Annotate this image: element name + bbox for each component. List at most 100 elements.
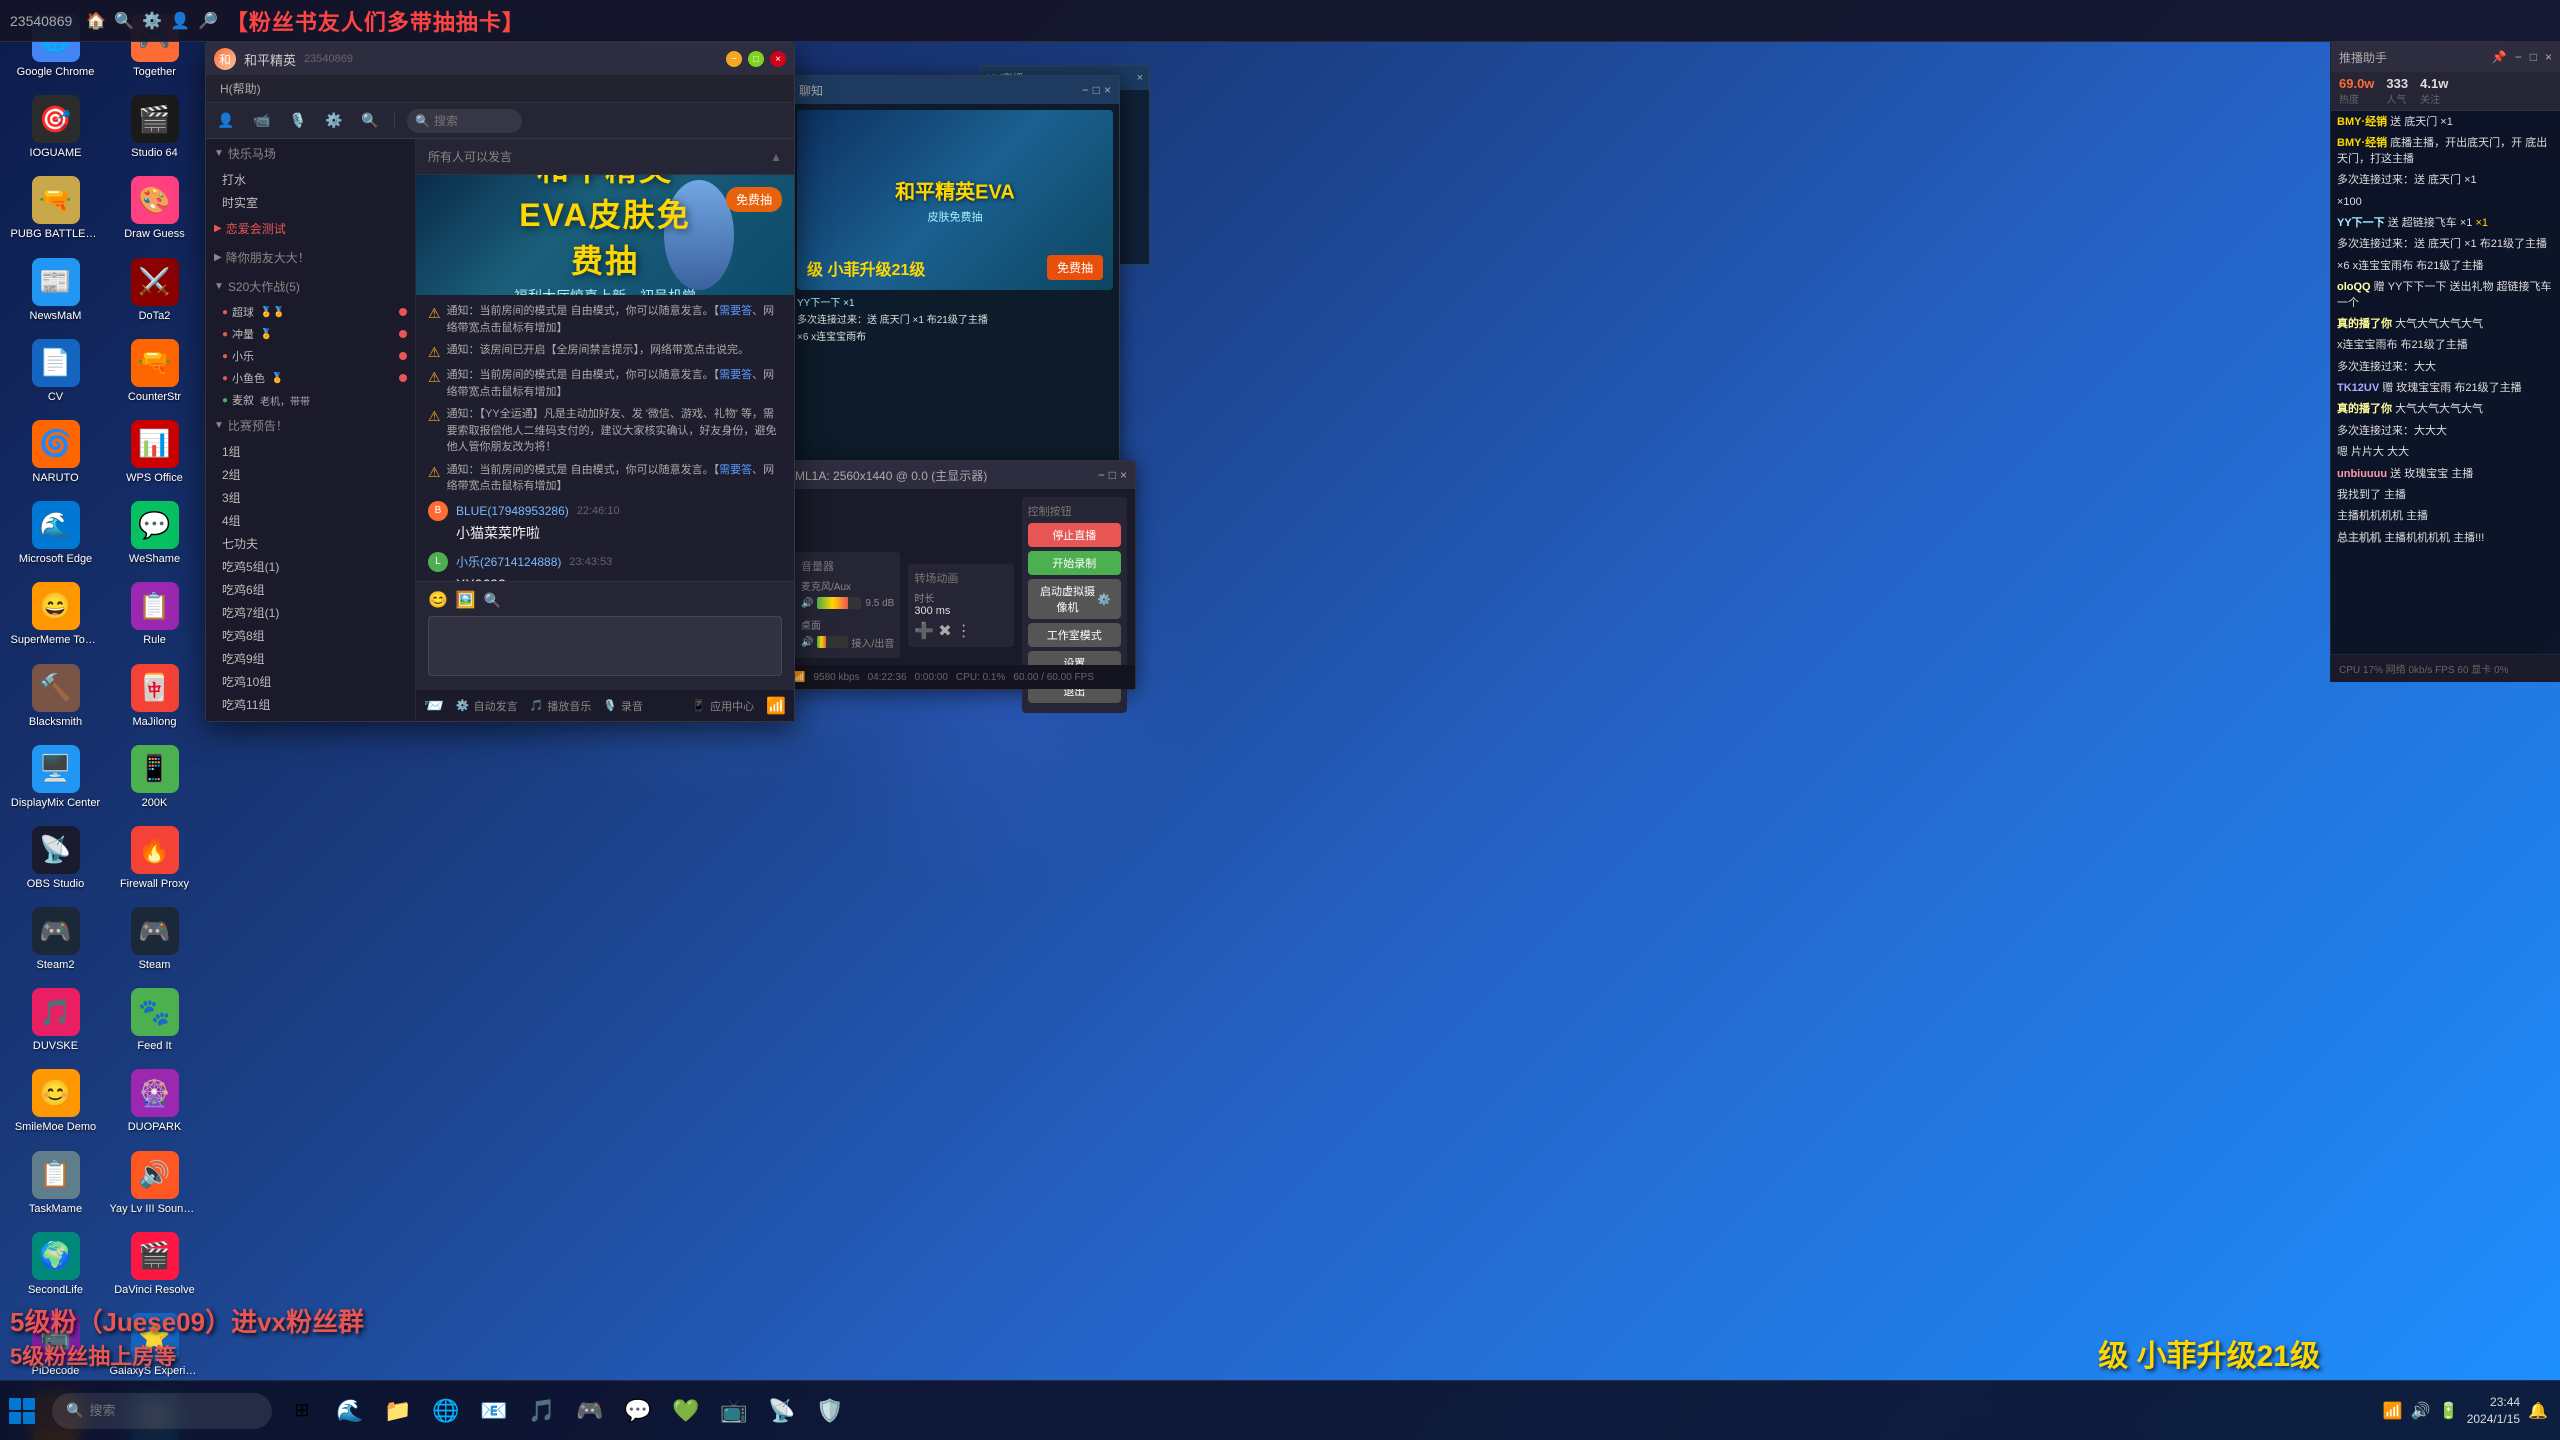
taskbar-clock[interactable]: 23:44 2024/1/15 [2467,1394,2520,1428]
sidebar-user-chaoju[interactable]: ● 超球 🏅🏅 [206,301,415,323]
sidebar-item-chiji8[interactable]: 吃鸡8组 [206,624,415,647]
desktop-icon-wps[interactable]: 📊 WPS Office [107,414,202,491]
desktop-icon-duvske[interactable]: 🎵 DUVSKE [8,982,103,1059]
taskbar-battery-icon[interactable]: 🔋 [2439,1401,2459,1421]
close-icon[interactable]: × [2545,50,2552,64]
maximize-icon[interactable]: □ [2530,50,2537,64]
sidebar-item-chiji6[interactable]: 吃鸡6组 [206,578,415,601]
desktop-icon-newsmam[interactable]: 📰 NewsMaM [8,252,103,329]
obs-virtual-cam-btn[interactable]: 启动虚拟摄像机 ⚙️ [1028,579,1121,619]
taskbar-qq[interactable]: 💬 [616,1389,660,1433]
desktop-icon-firewall[interactable]: 🔥 Firewall Proxy [107,820,202,897]
sidebar-item-shishi[interactable]: 时实室 [206,191,415,214]
sidebar-s20[interactable]: ▼ S20大作战(5) [206,272,415,301]
sidebar-user-maixu[interactable]: ● 麦叙 老机，带带 [206,389,415,411]
sidebar-item-chiji10[interactable]: 吃鸡10组 [206,670,415,693]
pin-icon[interactable]: 📌 [2492,50,2507,64]
minimize-button[interactable]: − [726,51,742,67]
desktop-icon-majilong[interactable]: 🀄 MaJilong [107,658,202,735]
nested-minimize[interactable]: − [1082,83,1089,97]
desktop-icon-200k[interactable]: 📱 200K [107,739,202,816]
sidebar-item-group4[interactable]: 4组 [206,509,415,532]
taskbar-spotify[interactable]: 🎵 [520,1389,564,1433]
taskbar-mail[interactable]: 📧 [472,1389,516,1433]
search2-icon[interactable]: 🔎 [198,11,218,31]
obs-stop-live-btn[interactable]: 停止直播 [1028,523,1121,547]
home-icon[interactable]: 🏠 [86,11,106,31]
desktop-icon-studio[interactable]: 🎬 Studio 64 [107,89,202,166]
close-button[interactable]: × [770,51,786,67]
taskbar-volume-icon[interactable]: 🔊 [2411,1401,2431,1421]
desktop-icon-blacksmith[interactable]: 🔨 Blacksmith [8,658,103,735]
desktop-icon-obs[interactable]: 📡 OBS Studio [8,820,103,897]
desktop-icon-weshame[interactable]: 💬 WeShame [107,495,202,572]
sidebar-item-chiji9[interactable]: 吃鸡9组 [206,647,415,670]
sidebar-mode-section[interactable]: ▼ 快乐马场 [206,139,415,168]
desktop-icon-pubg[interactable]: 🔫 PUBG BATTLEGROUNDS [8,170,103,247]
desktop-icon-dota2[interactable]: ⚔️ DoTa2 [107,252,202,329]
sidebar-item-chiji12[interactable]: 吃鸡12组 [206,716,415,721]
desktop-icon-edge[interactable]: 🌊 Microsoft Edge [8,495,103,572]
desktop-icon-supermeme[interactable]: 😄 SuperMeme Together [8,576,103,653]
settings-icon[interactable]: ⚙️ [142,11,162,31]
desktop-icon-soundmod[interactable]: 🔊 Yay Lv III SoundMod [107,1145,202,1222]
obs-more-icon[interactable]: ⋮ [956,621,972,641]
taskbar-edge[interactable]: 🌊 [328,1389,372,1433]
chat-input-box[interactable] [428,616,782,676]
sidebar-item-chiji5[interactable]: 吃鸡5组(1) [206,555,415,578]
music-btn[interactable]: 🎵 播放音乐 [530,698,592,714]
sidebar-item-group3[interactable]: 3组 [206,486,415,509]
desktop-icon-davinci[interactable]: 🎬 DaVinci Resolve [107,1226,202,1303]
game-window2-close[interactable]: × [1137,72,1143,84]
obs-start-record-btn[interactable]: 开始录制 [1028,551,1121,575]
menu-help[interactable]: H(帮助) [212,78,269,99]
taskbar-search-input[interactable] [89,1403,258,1418]
toolbar-person-icon[interactable]: 👤 [214,109,238,133]
image-icon[interactable]: 🖼️ [456,590,476,610]
obs-minimize-btn[interactable]: − [1098,468,1105,482]
sidebar-match[interactable]: ▼ 比赛预告！ [206,411,415,440]
desktop-icon-rule[interactable]: 📋 Rule [107,576,202,653]
taskbar-taskview[interactable]: ⊞ [280,1389,324,1433]
obs-maximize-btn[interactable]: □ [1109,468,1116,482]
sidebar-item-dashuishi[interactable]: 打水 [206,168,415,191]
minimize-icon[interactable]: − [2515,50,2522,64]
taskbar-antivirus[interactable]: 🛡️ [808,1389,852,1433]
taskbar-steam[interactable]: 🎮 [568,1389,612,1433]
start-button[interactable] [0,1389,44,1433]
taskbar-chrome[interactable]: 🌐 [424,1389,468,1433]
desktop-icon-drawguess[interactable]: 🎨 Draw Guess [107,170,202,247]
sidebar-item-group2[interactable]: 2组 [206,463,415,486]
desktop-icon-secondlife[interactable]: 🌍 SecondLife [8,1226,103,1303]
taskbar-yy[interactable]: 📺 [712,1389,756,1433]
nested-close[interactable]: × [1104,83,1111,97]
desktop-icon-ioguame[interactable]: 🎯 IOGUAME [8,89,103,166]
taskbar-explorer[interactable]: 📁 [376,1389,420,1433]
nested-maximize[interactable]: □ [1093,83,1100,97]
desktop-icon-counter[interactable]: 🔫 CounterStr [107,333,202,410]
desktop-icon-cv[interactable]: 📄 CV [8,333,103,410]
app-center-btn[interactable]: 📱 应用中心 [692,698,754,714]
desktop-icon-steam[interactable]: 🎮 Steam2 [8,901,103,978]
desktop-icon-steam2[interactable]: 🎮 Steam [107,901,202,978]
record-btn[interactable]: 🎙️ 录音 [603,698,643,714]
desktop-icon-taskmame[interactable]: 📋 TaskMame [8,1145,103,1222]
search-icon[interactable]: 🔍 [114,11,134,31]
sidebar-item-chiji11[interactable]: 吃鸡11组 [206,693,415,716]
sidebar-friends[interactable]: ▶ 降你朋友大大！ [206,243,415,272]
send-icon[interactable]: 📨 [424,696,444,716]
emoji-icon[interactable]: 😊 [428,590,448,610]
desktop-icon-displaymix[interactable]: 🖥️ DisplayMix Center [8,739,103,816]
obs-work-mode-btn[interactable]: 工作室模式 [1028,623,1121,647]
toolbar-video-icon[interactable]: 📹 [250,109,274,133]
sidebar-user-xiaoyuse[interactable]: ● 小鱼色 🏅 [206,367,415,389]
sidebar-lovetest[interactable]: ▶ 恋爱会测试 [206,214,415,243]
obs-close-btn[interactable]: × [1120,468,1127,482]
taskbar-obs2[interactable]: 📡 [760,1389,804,1433]
sidebar-item-chiji7[interactable]: 吃鸡7组(1) [206,601,415,624]
zoom-in-icon[interactable]: 🔍 [484,592,501,609]
desktop-icon-duopark[interactable]: 🎡 DUOPARK [107,1063,202,1140]
toolbar-settings-icon[interactable]: ⚙️ [322,109,346,133]
toolbar-mic-icon[interactable]: 🎙️ [286,109,310,133]
desktop-icon-naruto[interactable]: 🌀 NARUTO [8,414,103,491]
